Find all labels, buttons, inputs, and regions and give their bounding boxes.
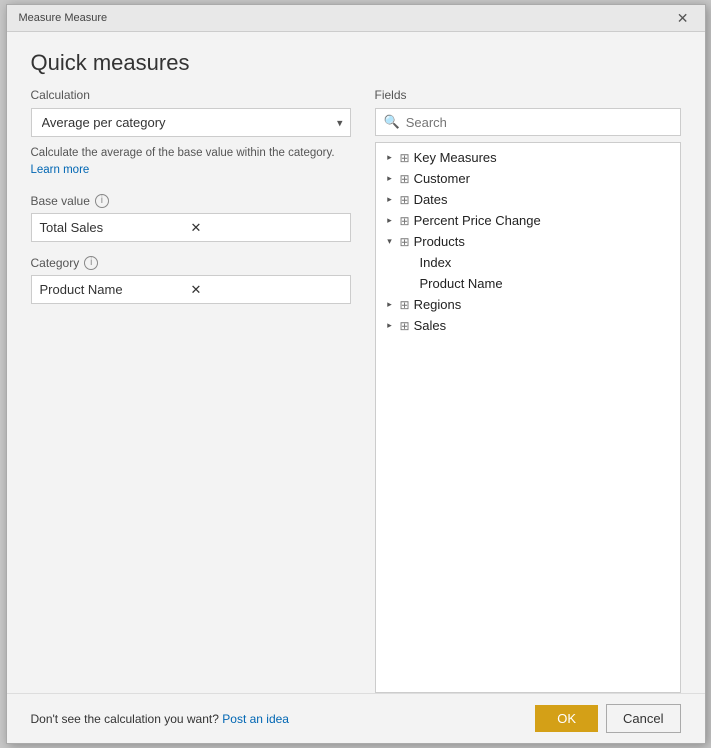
- tree-item-products[interactable]: ▾ ⊞ Products: [376, 231, 680, 252]
- chevron-right-icon: ▸: [384, 215, 396, 226]
- tree-child-label: Product Name: [420, 276, 503, 291]
- tree-item-label: Key Measures: [414, 150, 497, 165]
- category-label: Category: [31, 256, 80, 270]
- dialog-title: Quick measures: [7, 32, 705, 88]
- ok-button[interactable]: OK: [535, 705, 598, 732]
- chevron-right-icon: ▸: [384, 299, 396, 310]
- base-value-label: Base value: [31, 194, 90, 208]
- fields-tree: ▸ ⊞ Key Measures ▸ ⊞ Customer ▸ ⊞ Dates: [375, 142, 681, 693]
- chevron-down-icon: ▾: [384, 236, 396, 247]
- chevron-right-icon: ▸: [384, 320, 396, 331]
- close-button[interactable]: ✕: [673, 11, 693, 25]
- cancel-button[interactable]: Cancel: [606, 704, 680, 733]
- chevron-right-icon: ▸: [384, 152, 396, 163]
- chevron-right-icon: ▸: [384, 194, 396, 205]
- title-bar-text: Measure Measure: [19, 12, 108, 24]
- calculation-label: Calculation: [31, 88, 351, 102]
- tree-child-label: Index: [420, 255, 452, 270]
- search-box: 🔍: [375, 108, 681, 136]
- tree-child-product-name[interactable]: Product Name: [376, 273, 680, 294]
- table-icon: ⊞: [400, 151, 410, 165]
- table-icon: ⊞: [400, 235, 410, 249]
- category-text: Product Name: [40, 282, 189, 297]
- calculation-dropdown[interactable]: Average per category Weighted average pe…: [31, 108, 351, 137]
- fields-label: Fields: [375, 88, 681, 102]
- table-icon: ⊞: [400, 319, 410, 333]
- close-icon: ✕: [677, 10, 689, 26]
- base-value-text: Total Sales: [40, 220, 189, 235]
- table-icon: ⊞: [400, 193, 410, 207]
- tree-item-customer[interactable]: ▸ ⊞ Customer: [376, 168, 680, 189]
- chevron-right-icon: ▸: [384, 173, 396, 184]
- quick-measures-dialog: Measure Measure ✕ Quick measures Calcula…: [6, 4, 706, 744]
- tree-item-percent-price-change[interactable]: ▸ ⊞ Percent Price Change: [376, 210, 680, 231]
- table-icon: ⊞: [400, 214, 410, 228]
- tree-item-label: Sales: [414, 318, 447, 333]
- search-icon: 🔍: [384, 114, 400, 130]
- table-icon: ⊞: [400, 298, 410, 312]
- footer-link-text: Don't see the calculation you want? Post…: [31, 712, 289, 726]
- calculation-dropdown-container: Average per category Weighted average pe…: [31, 108, 351, 137]
- left-panel: Calculation Average per category Weighte…: [31, 88, 351, 693]
- description-text: Calculate the average of the base value …: [31, 145, 351, 180]
- tree-item-label: Customer: [414, 171, 470, 186]
- tree-item-regions[interactable]: ▸ ⊞ Regions: [376, 294, 680, 315]
- tree-item-dates[interactable]: ▸ ⊞ Dates: [376, 189, 680, 210]
- tree-item-sales[interactable]: ▸ ⊞ Sales: [376, 315, 680, 336]
- table-icon: ⊞: [400, 172, 410, 186]
- tree-child-index[interactable]: Index: [376, 252, 680, 273]
- category-clear-icon[interactable]: ✕: [189, 283, 342, 296]
- tree-item-label: Regions: [414, 297, 462, 312]
- dialog-body: Calculation Average per category Weighte…: [7, 88, 705, 693]
- base-value-info-icon: i: [95, 194, 109, 208]
- post-idea-link[interactable]: Post an idea: [222, 712, 289, 726]
- tree-item-label: Dates: [414, 192, 448, 207]
- tree-item-label: Products: [414, 234, 465, 249]
- base-value-label-row: Base value i: [31, 194, 351, 208]
- right-panel: Fields 🔍 ▸ ⊞ Key Measures ▸ ⊞ Customer: [375, 88, 681, 693]
- learn-more-link[interactable]: Learn more: [31, 164, 90, 176]
- base-value-input-box[interactable]: Total Sales ✕: [31, 213, 351, 242]
- footer-buttons: OK Cancel: [535, 704, 680, 733]
- category-info-icon: i: [84, 256, 98, 270]
- category-label-row: Category i: [31, 256, 351, 270]
- base-value-clear-icon[interactable]: ✕: [189, 221, 342, 234]
- title-bar: Measure Measure ✕: [7, 5, 705, 32]
- search-input[interactable]: [406, 115, 672, 130]
- tree-item-label: Percent Price Change: [414, 213, 541, 228]
- dialog-footer: Don't see the calculation you want? Post…: [7, 693, 705, 743]
- tree-item-key-measures[interactable]: ▸ ⊞ Key Measures: [376, 147, 680, 168]
- category-input-box[interactable]: Product Name ✕: [31, 275, 351, 304]
